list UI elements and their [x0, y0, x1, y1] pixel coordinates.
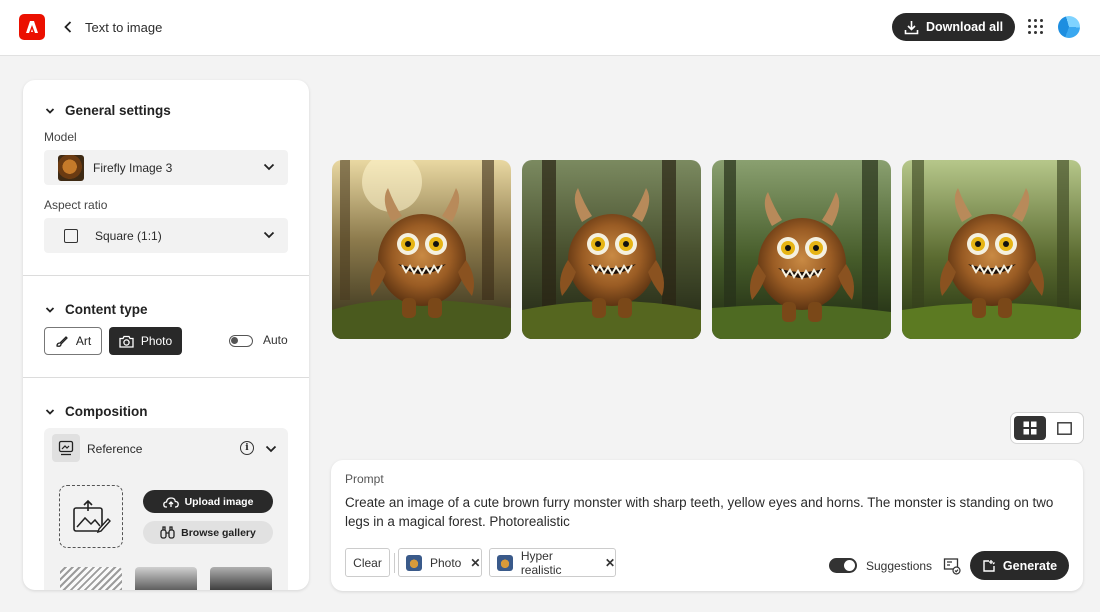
chip-thumbnail — [406, 554, 422, 571]
model-select[interactable]: Firefly Image 3 — [44, 150, 288, 185]
download-icon — [904, 20, 919, 34]
chip-thumbnail — [497, 554, 513, 571]
chevron-down-icon — [45, 408, 55, 415]
generated-image-3[interactable] — [712, 160, 891, 339]
close-icon[interactable]: ✕ — [470, 556, 480, 570]
reference-thumbnail[interactable] — [135, 567, 197, 590]
single-view-button[interactable] — [1049, 416, 1080, 440]
auto-toggle[interactable] — [229, 335, 253, 347]
generated-image-1[interactable] — [332, 160, 511, 339]
top-bar: Text to image Download all — [0, 0, 1100, 56]
photo-button[interactable]: Photo — [109, 327, 182, 355]
aspect-ratio-value: Square (1:1) — [95, 228, 162, 243]
reference-thumbnail[interactable] — [60, 567, 122, 590]
chevron-down-icon — [45, 107, 55, 114]
download-all-label: Download all — [925, 20, 1004, 34]
grid-icon — [1023, 421, 1037, 435]
binoculars-icon — [160, 526, 175, 539]
general-settings-header[interactable]: General settings — [45, 103, 171, 118]
aspect-ratio-label: Aspect ratio — [44, 198, 108, 212]
photo-label: Photo — [140, 334, 173, 348]
generate-button[interactable]: Generate — [970, 551, 1069, 580]
reference-thumbnail[interactable] — [210, 567, 272, 590]
upload-drop-zone[interactable] — [59, 485, 123, 548]
style-chip-photo[interactable]: Photo ✕ — [398, 548, 482, 577]
cloud-upload-icon — [162, 496, 179, 508]
composition-header[interactable]: Composition — [45, 404, 148, 419]
chevron-down-icon[interactable] — [265, 444, 277, 454]
grid-view-button[interactable] — [1014, 416, 1046, 440]
aspect-ratio-select[interactable]: Square (1:1) — [44, 218, 288, 253]
view-mode-toggle — [1011, 413, 1083, 443]
brush-icon — [56, 336, 68, 347]
settings-panel: General settings Model Firefly Image 3 A… — [23, 80, 309, 590]
generate-label: Generate — [1002, 558, 1058, 573]
chip-label: Hyper realistic — [520, 548, 562, 577]
divider — [23, 377, 309, 378]
generate-icon — [983, 559, 995, 572]
chevron-down-icon — [263, 231, 275, 239]
page-title: Text to image — [85, 20, 163, 35]
info-icon[interactable]: i — [240, 441, 254, 455]
divider — [23, 275, 309, 276]
clear-button[interactable]: Clear — [345, 548, 390, 577]
art-button[interactable]: Art — [44, 327, 102, 355]
camera-icon — [119, 335, 134, 348]
upload-image-button[interactable]: Upload image — [143, 490, 273, 513]
art-label: Art — [75, 334, 92, 348]
content-type-heading: Content type — [65, 302, 148, 317]
chevron-down-icon — [263, 163, 275, 171]
suggestions-settings-icon[interactable] — [943, 557, 961, 575]
auto-label: Auto — [263, 333, 288, 347]
back-chevron-icon[interactable] — [60, 18, 76, 36]
model-label: Model — [44, 130, 77, 144]
suggestions-toggle[interactable] — [829, 558, 857, 573]
model-thumbnail — [58, 154, 84, 181]
upload-image-label: Upload image — [184, 495, 254, 508]
single-view-icon — [1057, 421, 1072, 435]
prompt-panel: Prompt Create an image of a cute brown f… — [331, 460, 1083, 591]
model-value: Firefly Image 3 — [93, 160, 173, 175]
avatar[interactable] — [1058, 16, 1080, 38]
general-settings-heading: General settings — [65, 103, 171, 118]
prompt-label: Prompt — [345, 472, 384, 486]
reference-label: Reference — [87, 442, 143, 456]
suggestions-label: Suggestions — [866, 559, 933, 573]
adobe-logo-icon[interactable] — [19, 14, 45, 40]
reference-section: Reference i Upload image Browse gallery — [44, 428, 288, 590]
browse-gallery-button[interactable]: Browse gallery — [143, 521, 273, 544]
content-type-header[interactable]: Content type — [45, 302, 148, 317]
generated-image-2[interactable] — [522, 160, 701, 339]
reference-image-icon — [52, 434, 80, 462]
app-switcher-icon[interactable] — [1028, 19, 1043, 34]
image-upload-icon — [73, 499, 111, 533]
download-all-button[interactable]: Download all — [892, 13, 1015, 41]
divider — [394, 553, 395, 573]
composition-heading: Composition — [65, 404, 148, 419]
prompt-input[interactable]: Create an image of a cute brown furry mo… — [345, 493, 1073, 531]
chevron-down-icon — [45, 306, 55, 313]
chip-label: Photo — [430, 555, 462, 570]
browse-gallery-label: Browse gallery — [181, 526, 256, 539]
generated-image-4[interactable] — [902, 160, 1081, 339]
style-chip-hyper-realistic[interactable]: Hyper realistic ✕ — [489, 548, 616, 577]
close-icon[interactable]: ✕ — [605, 556, 615, 570]
square-icon — [64, 228, 78, 243]
